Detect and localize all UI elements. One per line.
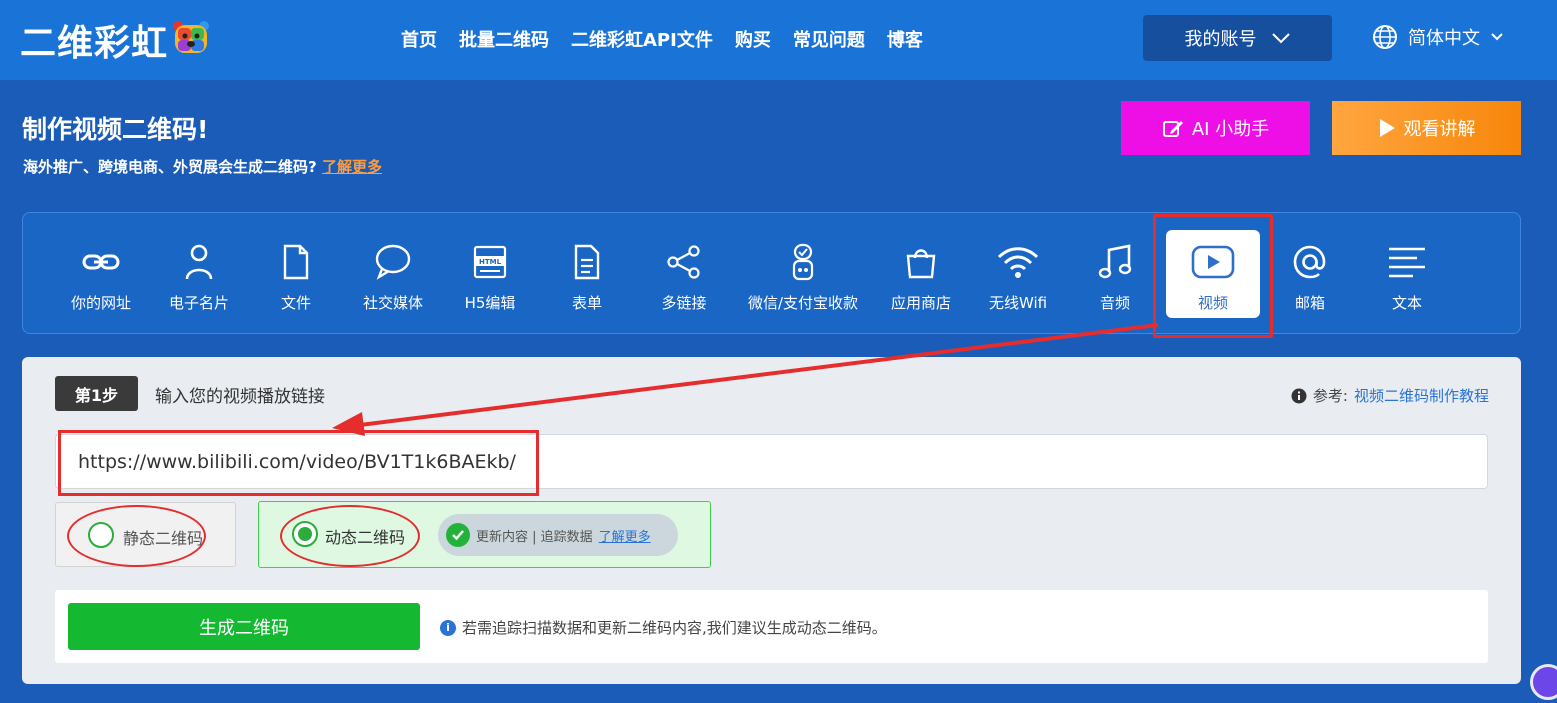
annotation-arrow [332, 323, 1159, 436]
